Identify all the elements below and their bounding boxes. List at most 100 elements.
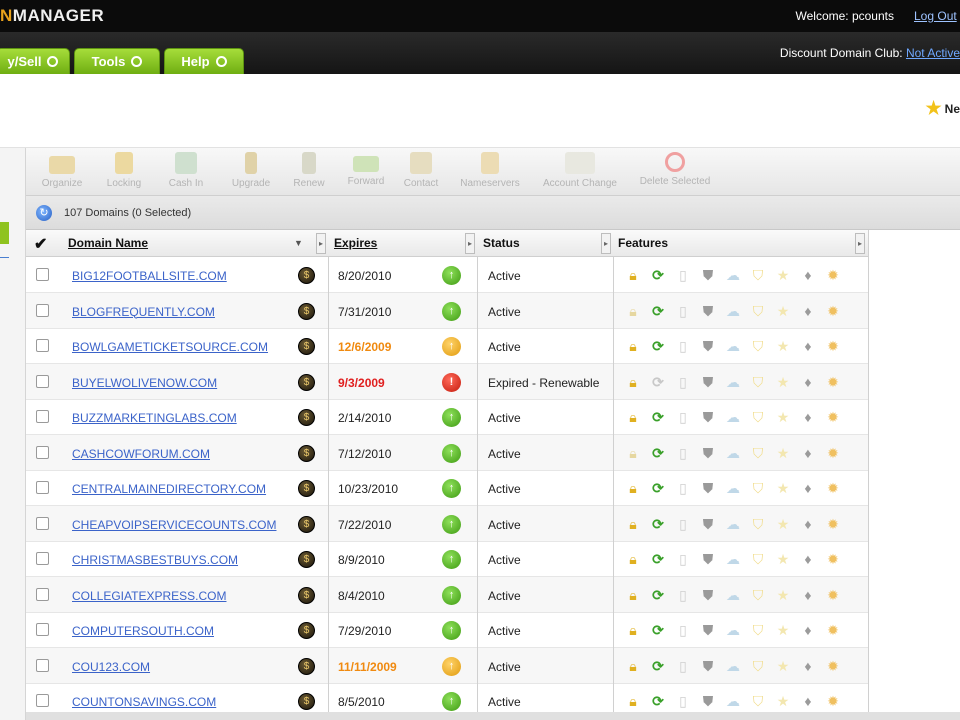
- sun-icon[interactable]: ✹: [824, 266, 842, 284]
- row-checkbox[interactable]: [36, 623, 49, 636]
- auto-renew-icon[interactable]: ⟳: [649, 266, 667, 284]
- row-checkbox[interactable]: [36, 445, 49, 459]
- bulb-icon[interactable]: ♦: [799, 515, 817, 533]
- badge-icon[interactable]: ⛉: [749, 479, 767, 497]
- domain-link[interactable]: CHRISTMASBESTBUYS.COM: [72, 553, 238, 567]
- table-row[interactable]: BIG12FOOTBALLSITE.COM $8/20/2010 ↑ Active 🔒︎…: [26, 257, 868, 293]
- auto-renew-icon[interactable]: ⟳: [649, 657, 667, 675]
- logout-link[interactable]: Log Out: [914, 9, 960, 23]
- badge-icon[interactable]: ⛉: [749, 515, 767, 533]
- document-icon[interactable]: ▯: [674, 302, 692, 320]
- sun-icon[interactable]: ✹: [824, 692, 842, 710]
- bulb-icon[interactable]: ♦: [799, 550, 817, 568]
- sidebar-selected-item[interactable]: [0, 222, 9, 244]
- row-checkbox[interactable]: [36, 303, 49, 317]
- lock-icon[interactable]: 🔒︎: [624, 266, 642, 284]
- refresh-icon[interactable]: ↻: [36, 205, 52, 221]
- auto-renew-icon[interactable]: ⟳: [649, 586, 667, 604]
- document-icon[interactable]: ▯: [674, 515, 692, 533]
- lock-icon[interactable]: 🔒︎: [624, 373, 642, 391]
- shield-icon[interactable]: ⛊: [699, 657, 717, 675]
- select-all-checkmark-icon[interactable]: ✔: [34, 234, 47, 254]
- sun-icon[interactable]: ✹: [824, 621, 842, 639]
- shield-icon[interactable]: ⛊: [699, 444, 717, 462]
- shield-icon[interactable]: ⛊: [699, 479, 717, 497]
- cloud-icon[interactable]: ☁: [724, 692, 742, 710]
- star-icon[interactable]: ★: [774, 444, 792, 462]
- sun-icon[interactable]: ✹: [824, 408, 842, 426]
- star-icon[interactable]: ★: [774, 373, 792, 391]
- domain-link[interactable]: BLOGFREQUENTLY.COM: [72, 305, 215, 319]
- star-icon[interactable]: ★: [774, 550, 792, 568]
- badge-icon[interactable]: ⛉: [749, 444, 767, 462]
- status-indicator-icon[interactable]: ↑: [442, 301, 461, 321]
- coin-icon[interactable]: $: [298, 480, 315, 497]
- star-icon[interactable]: ★: [774, 266, 792, 284]
- badge-icon[interactable]: ⛉: [749, 337, 767, 355]
- auto-renew-icon[interactable]: ⟳: [649, 692, 667, 710]
- table-row[interactable]: BLOGFREQUENTLY.COM $7/31/2010 ↑ Active 🔒︎ ⟳ ▯ ⛊…: [26, 292, 868, 329]
- status-indicator-icon[interactable]: ↑: [442, 443, 461, 463]
- coin-icon[interactable]: $: [298, 622, 315, 639]
- row-checkbox[interactable]: [36, 410, 49, 423]
- column-resize-handle[interactable]: ▸: [316, 233, 326, 254]
- sidebar-link[interactable]: [0, 250, 9, 258]
- cloud-icon[interactable]: ☁: [724, 373, 742, 391]
- column-resize-handle[interactable]: ▸: [465, 233, 475, 254]
- auto-renew-icon[interactable]: ⟳: [649, 479, 667, 497]
- bulb-icon[interactable]: ♦: [799, 621, 817, 639]
- cloud-icon[interactable]: ☁: [724, 621, 742, 639]
- star-icon[interactable]: ★: [774, 692, 792, 710]
- lock-icon[interactable]: 🔒︎: [624, 408, 642, 426]
- status-indicator-icon[interactable]: ↑: [442, 337, 461, 356]
- domain-link[interactable]: BUZZMARKETINGLABS.COM: [72, 411, 237, 425]
- column-domain-name[interactable]: Domain Name: [68, 230, 148, 257]
- domain-link[interactable]: BUYELWOLIVENOW.COM: [72, 376, 217, 390]
- sun-icon[interactable]: ✹: [824, 515, 842, 533]
- coin-icon[interactable]: $: [298, 302, 315, 320]
- document-icon[interactable]: ▯: [674, 337, 692, 355]
- cloud-icon[interactable]: ☁: [724, 444, 742, 462]
- star-icon[interactable]: ★: [774, 479, 792, 497]
- table-row[interactable]: BOWLGAMETICKETSOURCE.COM $12/6/2009 ↑ Activ…: [26, 328, 868, 364]
- domain-link[interactable]: CHEAPVOIPSERVICECOUNTS.COM: [72, 518, 276, 532]
- status-indicator-icon[interactable]: ↑: [442, 585, 461, 605]
- row-checkbox[interactable]: [36, 374, 49, 388]
- domain-link[interactable]: BIG12FOOTBALLSITE.COM: [72, 269, 227, 283]
- shield-icon[interactable]: ⛊: [699, 621, 717, 639]
- column-resize-handle[interactable]: ▸: [601, 233, 611, 254]
- badge-icon[interactable]: ⛉: [749, 302, 767, 320]
- domain-link[interactable]: COUNTONSAVINGS.COM: [72, 695, 216, 709]
- new-button[interactable]: ★ Ne: [926, 98, 960, 119]
- sun-icon[interactable]: ✹: [824, 302, 842, 320]
- coin-icon[interactable]: $: [298, 551, 315, 568]
- renew-button[interactable]: Renew: [284, 152, 334, 189]
- cloud-icon[interactable]: ☁: [724, 266, 742, 284]
- bulb-icon[interactable]: ♦: [799, 373, 817, 391]
- bulb-icon[interactable]: ♦: [799, 408, 817, 426]
- coin-icon[interactable]: $: [298, 373, 315, 391]
- table-row[interactable]: CHRISTMASBESTBUYS.COM $8/9/2010 ↑ Active 🔒︎ ⟳…: [26, 541, 868, 577]
- forward-button[interactable]: Forward: [338, 152, 394, 187]
- coin-icon[interactable]: $: [298, 409, 315, 426]
- star-icon[interactable]: ★: [774, 586, 792, 604]
- domain-link[interactable]: COU123.COM: [72, 660, 150, 674]
- tab-help[interactable]: Help: [164, 48, 244, 74]
- cloud-icon[interactable]: ☁: [724, 408, 742, 426]
- document-icon[interactable]: ▯: [674, 586, 692, 604]
- lock-icon[interactable]: 🔒︎: [624, 621, 642, 639]
- row-checkbox[interactable]: [36, 587, 49, 601]
- status-indicator-icon[interactable]: ↑: [442, 266, 461, 285]
- bulb-icon[interactable]: ♦: [799, 657, 817, 675]
- badge-icon[interactable]: ⛉: [749, 408, 767, 426]
- coin-icon[interactable]: $: [298, 338, 315, 355]
- star-icon[interactable]: ★: [774, 657, 792, 675]
- row-checkbox[interactable]: [36, 268, 49, 281]
- document-icon[interactable]: ▯: [674, 373, 692, 391]
- bulb-icon[interactable]: ♦: [799, 444, 817, 462]
- status-indicator-icon[interactable]: ↑: [442, 479, 461, 498]
- lock-icon[interactable]: 🔒︎: [624, 302, 642, 320]
- sun-icon[interactable]: ✹: [824, 479, 842, 497]
- sun-icon[interactable]: ✹: [824, 550, 842, 568]
- upgrade-button[interactable]: Upgrade: [226, 152, 276, 189]
